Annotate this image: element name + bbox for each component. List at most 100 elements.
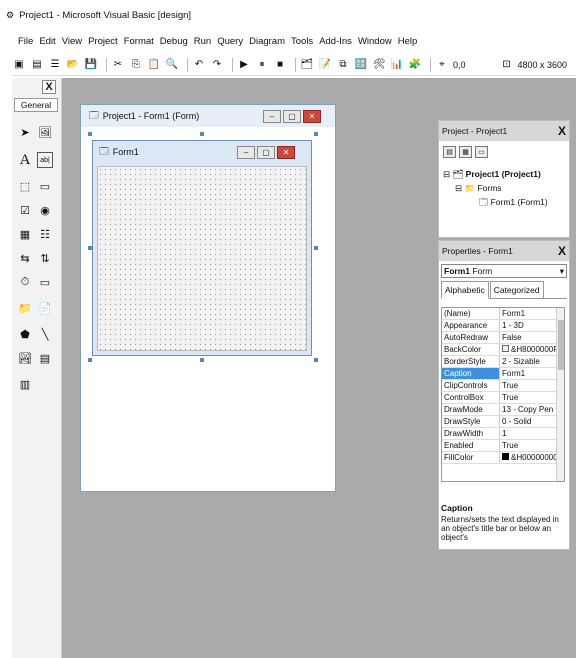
break-icon[interactable]: ⏸ (255, 58, 269, 72)
combobox-icon[interactable]: ▦ (17, 226, 33, 242)
property-value[interactable]: 2 - Sizable (500, 356, 564, 367)
maximize-button[interactable]: ▢ (283, 110, 301, 123)
property-row[interactable]: (Name) Form1 (442, 308, 564, 320)
resize-handle[interactable] (314, 246, 318, 250)
form-layout-icon[interactable]: ⧉ (336, 58, 350, 72)
add-project-icon[interactable]: ▣ (12, 58, 26, 72)
collapse-icon[interactable]: ⊟ (443, 169, 450, 179)
filelistbox-icon[interactable]: 📄 (37, 300, 53, 316)
tab-alphabetic[interactable]: Alphabetic (441, 281, 489, 299)
shape-icon[interactable]: ⬟ (17, 326, 33, 342)
tree-node-form1[interactable]: 🗔 Form1 (Form1) (479, 197, 548, 211)
resize-handle[interactable] (200, 132, 204, 136)
project-explorer-close-button[interactable]: X (558, 124, 566, 138)
menu-query[interactable]: Query (217, 36, 243, 47)
resize-handle[interactable] (314, 358, 318, 362)
data-icon[interactable]: ▤ (37, 350, 53, 366)
frame-icon[interactable]: ⬚ (17, 178, 33, 194)
property-row[interactable]: DrawStyle 0 - Solid (442, 416, 564, 428)
menu-tools[interactable]: Tools (291, 36, 313, 47)
property-value[interactable]: &H8000000F (500, 344, 564, 355)
menu-edit[interactable]: Edit (39, 36, 55, 47)
minimize-button[interactable]: – (263, 110, 281, 123)
property-value[interactable]: 1 (500, 428, 564, 439)
property-row[interactable]: DrawWidth 1 (442, 428, 564, 440)
view-code-icon[interactable]: ▤ (443, 146, 456, 158)
property-grid-scrollbar[interactable] (556, 308, 564, 481)
menu-debug[interactable]: Debug (160, 36, 188, 47)
menu-editor-icon[interactable]: ☰ (48, 58, 62, 72)
toolbox-icon[interactable]: 🛠 (372, 58, 386, 72)
data-view-icon[interactable]: 📊 (390, 58, 404, 72)
add-form-icon[interactable]: ▤ (30, 58, 44, 72)
resize-handle[interactable] (88, 358, 92, 362)
undo-icon[interactable]: ↶ (192, 58, 206, 72)
toggle-folders-icon[interactable]: ▭ (475, 146, 488, 158)
property-row[interactable]: DrawMode 13 - Copy Pen (442, 404, 564, 416)
property-value[interactable]: 1 - 3D (500, 320, 564, 331)
timer-icon[interactable]: ⏱ (17, 274, 33, 290)
tree-node-project[interactable]: ⊟ 🗂 Project1 (Project1) (443, 169, 541, 180)
textbox-icon[interactable]: ab| (37, 152, 53, 168)
property-value[interactable]: &H00000000 (500, 452, 564, 463)
menu-window[interactable]: Window (358, 36, 392, 47)
menu-add-ins[interactable]: Add-Ins (319, 36, 352, 47)
properties-close-button[interactable]: X (558, 244, 566, 258)
form-minimize-button[interactable]: – (237, 146, 255, 159)
object-browser-icon[interactable]: 🔠 (354, 58, 368, 72)
hscrollbar-icon[interactable]: ⇆ (17, 250, 33, 266)
property-row[interactable]: AutoRedraw False (442, 332, 564, 344)
view-object-icon[interactable]: ▦ (459, 146, 472, 158)
end-icon[interactable]: ■ (273, 58, 287, 72)
resize-handle[interactable] (314, 132, 318, 136)
menu-file[interactable]: File (18, 36, 33, 47)
vscrollbar-icon[interactable]: ⇅ (37, 250, 53, 266)
label-icon[interactable]: A (17, 152, 33, 168)
property-value[interactable]: True (500, 440, 564, 451)
property-value[interactable]: 0 - Solid (500, 416, 564, 427)
object-selector[interactable]: Form1 Form ▾ (441, 264, 567, 278)
picturebox-icon[interactable]: 🖼 (37, 124, 53, 140)
save-project-icon[interactable]: 💾 (84, 58, 98, 72)
form-maximize-button[interactable]: ▢ (257, 146, 275, 159)
resize-handle[interactable] (200, 358, 204, 362)
drivelistbox-icon[interactable]: ▭ (37, 274, 53, 290)
start-icon[interactable]: ▶ (237, 58, 251, 72)
toolbox-close-button[interactable]: X (42, 80, 56, 94)
menu-help[interactable]: Help (398, 36, 418, 47)
find-icon[interactable]: 🔍 (165, 58, 179, 72)
property-row[interactable]: Enabled True (442, 440, 564, 452)
form1-window[interactable]: 🗔 Form1 – ▢ ✕ (92, 140, 312, 356)
property-value[interactable]: Form1 (500, 368, 564, 379)
property-value[interactable]: 13 - Copy Pen (500, 404, 564, 415)
tab-categorized[interactable]: Categorized (489, 281, 544, 298)
property-value[interactable]: True (500, 392, 564, 403)
commandbutton-icon[interactable]: ▭ (37, 178, 53, 194)
property-value[interactable]: True (500, 380, 564, 391)
property-row[interactable]: FillColor &H00000000 (442, 452, 564, 464)
toolbox-general-tab[interactable]: General (14, 98, 58, 112)
resize-handle[interactable] (88, 132, 92, 136)
property-row[interactable]: ControlBox True (442, 392, 564, 404)
menu-diagram[interactable]: Diagram (249, 36, 285, 47)
project-explorer-icon[interactable]: 🗂 (300, 58, 314, 72)
property-value[interactable]: Form1 (500, 308, 564, 319)
property-value[interactable]: False (500, 332, 564, 343)
open-project-icon[interactable]: 📂 (66, 58, 80, 72)
ole-icon[interactable]: ▥ (17, 376, 33, 392)
redo-icon[interactable]: ↷ (210, 58, 224, 72)
property-row[interactable]: BorderStyle 2 - Sizable (442, 356, 564, 368)
property-row[interactable]: ClipControls True (442, 380, 564, 392)
property-row-selected[interactable]: Caption Form1 (442, 368, 564, 380)
scrollbar-thumb[interactable] (558, 320, 564, 370)
dirlistbox-icon[interactable]: 📁 (17, 300, 33, 316)
property-row[interactable]: Appearance 1 - 3D (442, 320, 564, 332)
paste-icon[interactable]: 📋 (147, 58, 161, 72)
close-button[interactable]: ✕ (303, 110, 321, 123)
copy-icon[interactable]: ⎘ (129, 58, 143, 72)
cut-icon[interactable]: ✂ (111, 58, 125, 72)
line-icon[interactable]: ╲ (37, 326, 53, 342)
listbox-icon[interactable]: ☷ (37, 226, 53, 242)
tree-node-forms[interactable]: ⊟ 📁 Forms (455, 183, 502, 194)
dropdown-arrow-icon[interactable]: ▾ (560, 266, 564, 277)
